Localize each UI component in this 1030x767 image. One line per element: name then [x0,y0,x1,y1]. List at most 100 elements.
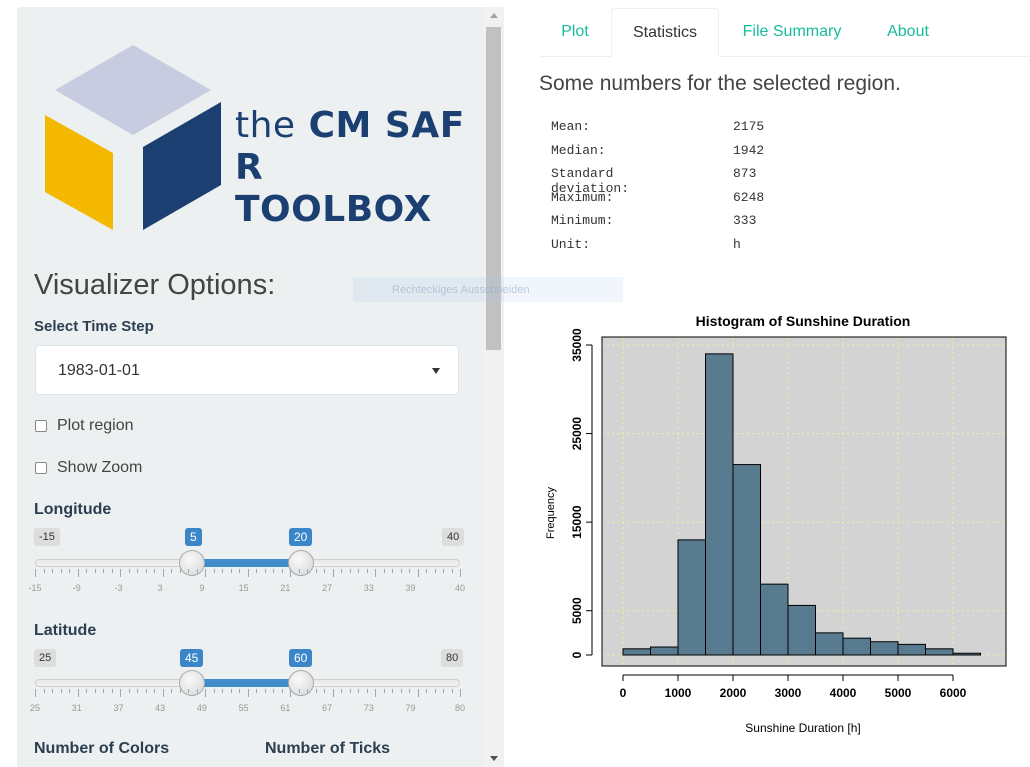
slider-tick [239,569,240,573]
slider-tick [332,569,334,577]
histogram-bar [705,353,734,656]
plot-region-label: Plot region [57,417,134,434]
histogram-bar [677,539,706,656]
x-tick-label: 0 [620,686,627,700]
slider-tick [205,689,206,697]
slider-tick [349,689,351,693]
slider-tick [196,569,198,573]
longitude-to-badge: 20 [289,528,313,546]
slider-tick [86,689,87,693]
latitude-ticks [35,689,461,697]
tab-about[interactable]: About [870,8,946,57]
longitude-max-badge: 40 [442,528,465,546]
histogram-bar [925,648,954,656]
slider-tick [460,689,461,697]
slider-tick [247,569,249,577]
slider-tick-label: 37 [113,703,124,713]
slider-tick [213,689,215,693]
slider-tick [137,689,138,693]
slider-tick [77,569,79,577]
slider-tick [434,689,436,693]
tab-plot[interactable]: Plot [540,8,610,57]
histogram-bar [732,464,761,656]
slider-tick-label: 25 [29,703,41,713]
longitude-slider-range[interactable] [193,559,301,567]
sidebar-scrollbar[interactable] [483,7,504,767]
slider-tick [145,689,147,693]
slider-tick [375,689,376,697]
slider-tick [154,689,155,693]
latitude-to-badge: 60 [289,649,313,667]
sidebar-panel: the CM SAF R TOOLBOX Visualizer Options:… [17,7,504,767]
slider-tick [324,569,325,573]
histogram-bar [842,637,871,656]
y-tick-label: 5000 [570,597,584,624]
slider-tick [451,689,453,693]
slider-tick [222,689,223,693]
slider-tick [162,689,164,697]
tab-file-summary[interactable]: File Summary [724,8,860,57]
slider-tick [256,569,257,573]
y-tick-label: 15000 [570,505,584,539]
tab-statistics[interactable]: Statistics [611,8,719,57]
slider-tick [179,569,181,573]
slider-tick-label: 3 [157,583,163,593]
slider-tick [383,569,385,573]
slider-tick-label: 27 [322,583,333,593]
number-of-ticks-label: Number of Ticks [265,740,391,757]
slider-tick [273,569,274,573]
slider-tick [69,569,70,573]
x-tick-label: 3000 [775,686,802,700]
scroll-up-arrow-icon[interactable] [490,13,498,18]
slider-tick [77,689,79,697]
show-zoom-label: Show Zoom [57,459,143,476]
slider-tick [417,569,419,577]
slider-tick-label: 15 [238,583,249,593]
slider-tick [196,689,198,693]
slider-tick [400,689,402,693]
latitude-slider-range[interactable] [193,679,301,687]
slider-tick-label: 80 [454,703,466,713]
time-step-label: Select Time Step [34,318,154,335]
slider-tick [451,569,453,573]
slider-tick [290,689,291,697]
chart-x-label: Sunshine Duration [h] [745,721,860,735]
show-zoom-checkbox[interactable] [35,462,47,474]
slider-tick-label: 43 [155,703,166,713]
slider-tick-label: 49 [196,703,207,713]
slider-tick [332,689,334,697]
slider-tick [171,569,172,573]
slider-tick [358,569,359,573]
slider-tick [307,569,308,573]
logo-text: the CM SAF R TOOLBOX [235,105,465,230]
slider-tick-label: 21 [280,583,291,593]
plot-region-checkbox[interactable] [35,420,47,432]
x-tick-label: 4000 [830,686,857,700]
histogram-bar [870,641,899,656]
slider-tick [443,569,444,573]
x-tick-label: 2000 [720,686,747,700]
histogram-bar [952,652,981,656]
slider-tick-label: 9 [199,583,205,593]
slider-tick [392,689,393,693]
snipping-overlay-text: Rechteckiges Ausschneiden [392,284,530,296]
slider-tick [43,569,45,573]
slider-tick [154,569,155,573]
main-tabs: Plot Statistics File Summary About [540,8,1030,57]
slider-tick [341,689,342,693]
slider-tick [86,569,87,573]
slider-tick [273,689,274,693]
time-step-select[interactable]: 1983-01-01 [35,345,459,395]
slider-tick [35,689,36,697]
slider-tick [60,569,62,573]
slider-tick [128,689,130,693]
scroll-down-arrow-icon[interactable] [490,756,498,761]
cm-saf-logo: the CM SAF R TOOLBOX [45,35,465,235]
slider-tick [349,569,351,573]
y-tick-label: 25000 [570,417,584,451]
slider-tick [460,569,461,577]
chart-y-label: Frequency [545,487,557,539]
slider-tick [239,689,240,693]
slider-tick-label: 79 [405,703,416,713]
slider-tick-label: 67 [322,703,333,713]
